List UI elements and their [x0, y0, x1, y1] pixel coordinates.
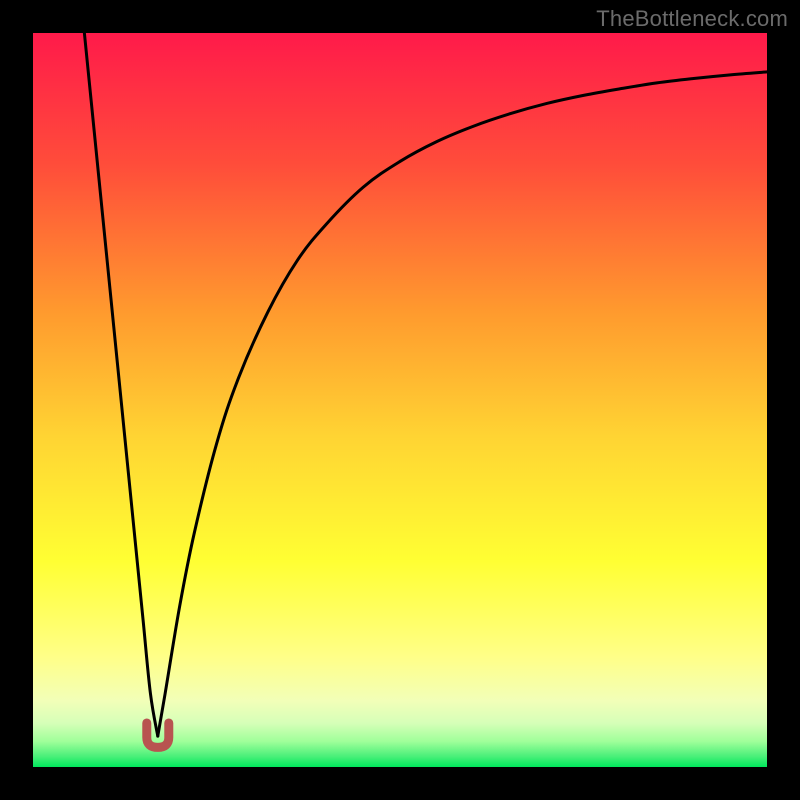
chart-svg: [33, 33, 767, 767]
gradient-background: [33, 33, 767, 767]
watermark-text: TheBottleneck.com: [596, 6, 788, 32]
chart-frame: TheBottleneck.com: [0, 0, 800, 800]
chart-plot-area: [33, 33, 767, 767]
